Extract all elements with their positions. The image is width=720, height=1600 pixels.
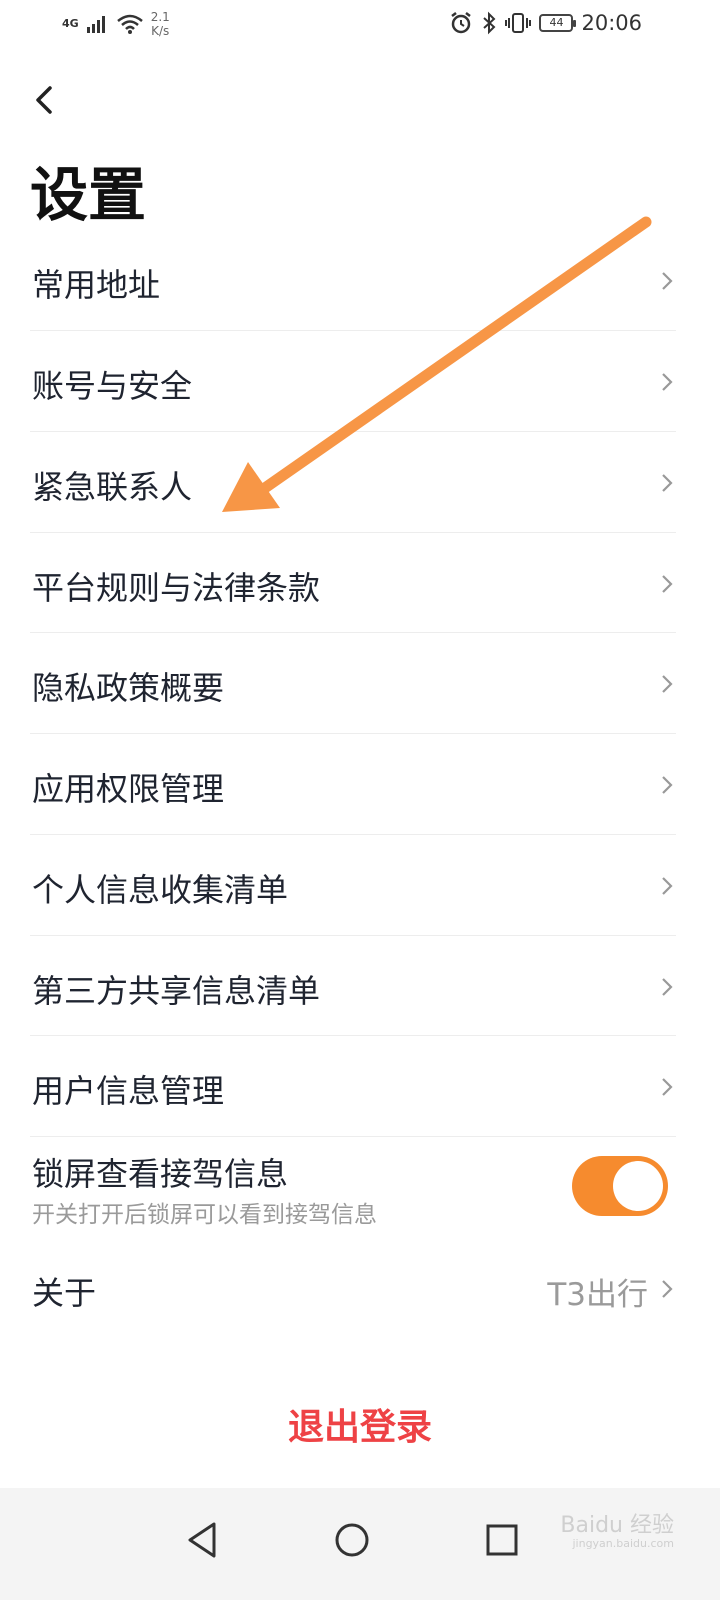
- menu-item-user-info-management[interactable]: 用户信息管理: [30, 1036, 676, 1137]
- menu-item-label: 第三方共享信息清单: [32, 972, 321, 1010]
- network-speed: 2.1 K/s: [150, 10, 170, 38]
- nav-back-icon[interactable]: [172, 1510, 232, 1570]
- battery-icon: 44: [539, 14, 577, 32]
- chevron-right-icon: [662, 373, 673, 391]
- about-label: 关于: [32, 1274, 97, 1312]
- menu-item-label: 用户信息管理: [32, 1072, 225, 1110]
- menu-item-third-party-sharing[interactable]: 第三方共享信息清单: [30, 936, 676, 1036]
- menu-item-emergency-contact[interactable]: 紧急联系人: [30, 432, 676, 533]
- menu-item-about[interactable]: 关于 T3出行: [30, 1238, 676, 1339]
- about-value: T3出行: [547, 1277, 648, 1313]
- vibrate-icon: [505, 13, 532, 33]
- chevron-right-icon: [662, 877, 673, 895]
- menu-item-lock-screen-pickup: 锁屏查看接驾信息 开关打开后锁屏可以看到接驾信息: [30, 1137, 676, 1238]
- menu-item-common-address[interactable]: 常用地址: [30, 230, 676, 331]
- signal-icon: [86, 16, 105, 33]
- toggle-knob: [613, 1161, 663, 1211]
- menu-item-personal-info-list[interactable]: 个人信息收集清单: [30, 835, 676, 936]
- menu-item-label: 紧急联系人: [32, 468, 193, 506]
- menu-item-label: 账号与安全: [32, 367, 193, 405]
- chevron-right-icon: [662, 776, 673, 794]
- nav-home-icon[interactable]: [322, 1510, 382, 1570]
- chevron-right-icon: [662, 1280, 673, 1298]
- chevron-right-icon: [662, 675, 673, 693]
- chevron-right-icon: [662, 978, 673, 996]
- network-type: 4G: [62, 17, 79, 30]
- lock-screen-description: 开关打开后锁屏可以看到接驾信息: [32, 1202, 377, 1228]
- lock-screen-label: 锁屏查看接驾信息: [32, 1155, 289, 1193]
- wifi-icon: [116, 14, 143, 34]
- chevron-right-icon: [662, 1078, 673, 1096]
- menu-item-label: 隐私政策概要: [32, 669, 225, 707]
- baidu-watermark: Baidu 经验 jingyan.baidu.com: [560, 1513, 674, 1550]
- chevron-right-icon: [662, 272, 673, 290]
- battery-level: 44: [549, 16, 564, 29]
- menu-item-account-security[interactable]: 账号与安全: [30, 331, 676, 432]
- page-title: 设置: [30, 161, 147, 229]
- back-button[interactable]: [26, 80, 66, 120]
- status-bar: 4G 2.1 K/s 44 20:06: [0, 0, 720, 50]
- menu-item-platform-rules[interactable]: 平台规则与法律条款: [30, 533, 676, 633]
- clock: 20:06: [581, 11, 642, 35]
- lock-screen-toggle[interactable]: [572, 1156, 668, 1216]
- alarm-icon: [451, 12, 472, 34]
- menu-item-label: 应用权限管理: [32, 770, 225, 808]
- menu-item-app-permissions[interactable]: 应用权限管理: [30, 734, 676, 835]
- bluetooth-icon: [483, 11, 496, 35]
- navigation-bar: Baidu 经验 jingyan.baidu.com: [0, 1488, 720, 1600]
- chevron-right-icon: [662, 575, 673, 593]
- menu-item-label: 常用地址: [32, 266, 161, 304]
- chevron-right-icon: [662, 474, 673, 492]
- menu-item-label: 平台规则与法律条款: [32, 569, 321, 607]
- nav-recents-icon[interactable]: [472, 1510, 532, 1570]
- menu-item-label: 个人信息收集清单: [32, 871, 289, 909]
- logout-button[interactable]: 退出登录: [0, 1398, 720, 1450]
- menu-item-privacy-summary[interactable]: 隐私政策概要: [30, 633, 676, 734]
- back-arrow-icon: [36, 86, 52, 114]
